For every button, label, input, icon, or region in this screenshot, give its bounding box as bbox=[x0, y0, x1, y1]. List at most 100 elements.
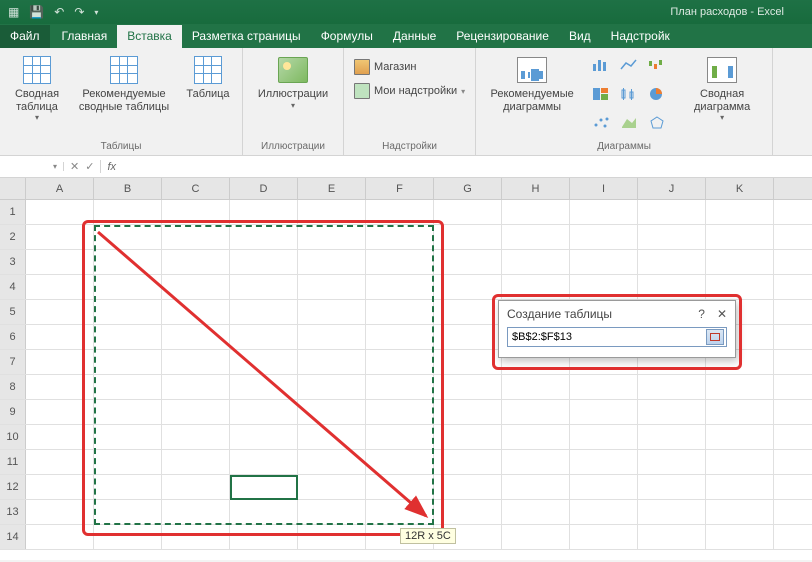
col-header[interactable]: B bbox=[94, 178, 162, 199]
col-header[interactable]: H bbox=[502, 178, 570, 199]
tab-view[interactable]: Вид bbox=[559, 25, 601, 48]
pivot-chart-button[interactable]: Сводная диаграмма ▾ bbox=[678, 52, 766, 139]
group-tables: Сводная таблица ▾ Рекомендуемые сводные … bbox=[0, 48, 243, 155]
dialog-close-button[interactable]: ✕ bbox=[717, 307, 727, 321]
col-header[interactable]: A bbox=[26, 178, 94, 199]
row-header[interactable]: 10 bbox=[0, 425, 26, 449]
name-box[interactable]: ▾ bbox=[0, 162, 64, 171]
tab-review[interactable]: Рецензирование bbox=[446, 25, 559, 48]
group-label: Надстройки bbox=[382, 139, 437, 155]
cancel-icon[interactable]: ✕ bbox=[70, 160, 79, 173]
store-button[interactable]: Магазин bbox=[350, 56, 469, 78]
group-illustrations: Иллюстрации ▾ Иллюстрации bbox=[243, 48, 344, 155]
window-title: План расходов - Excel bbox=[670, 6, 784, 18]
selection-dimension-tooltip: 12R x 5C bbox=[400, 528, 456, 544]
row-header[interactable]: 3 bbox=[0, 250, 26, 274]
chevron-down-icon: ▾ bbox=[291, 101, 295, 110]
chevron-down-icon: ▾ bbox=[720, 113, 724, 122]
range-input[interactable] bbox=[508, 331, 706, 343]
select-all-corner[interactable] bbox=[0, 178, 26, 199]
group-label: Таблицы bbox=[101, 139, 142, 155]
row-header[interactable]: 5 bbox=[0, 300, 26, 324]
col-header[interactable]: K bbox=[706, 178, 774, 199]
bar-chart-icon[interactable] bbox=[590, 56, 612, 74]
tab-insert[interactable]: Вставка bbox=[117, 25, 182, 48]
qat-more-icon[interactable]: ▾ bbox=[94, 8, 98, 17]
row-header[interactable]: 12 bbox=[0, 475, 26, 499]
chevron-down-icon: ▾ bbox=[461, 87, 465, 96]
addins-icon bbox=[354, 83, 370, 99]
collapse-dialog-icon[interactable] bbox=[706, 329, 724, 345]
row-header[interactable]: 9 bbox=[0, 400, 26, 424]
undo-icon[interactable]: ↶ bbox=[54, 5, 64, 19]
waterfall-chart-icon[interactable] bbox=[646, 56, 668, 74]
pivot-chart-icon bbox=[707, 57, 737, 83]
save-icon[interactable]: 💾 bbox=[29, 5, 44, 19]
formula-bar: ▾ ✕ ✓ fx bbox=[0, 156, 812, 178]
row-header[interactable]: 8 bbox=[0, 375, 26, 399]
column-headers: A B C D E F G H I J K bbox=[0, 178, 812, 200]
line-chart-icon[interactable] bbox=[618, 56, 640, 74]
range-input-wrap bbox=[507, 327, 727, 347]
group-label: Диаграммы bbox=[597, 139, 651, 155]
col-header[interactable]: G bbox=[434, 178, 502, 199]
tab-data[interactable]: Данные bbox=[383, 25, 446, 48]
recommended-pivot-button[interactable]: Рекомендуемые сводные таблицы bbox=[74, 52, 174, 139]
row-header[interactable]: 2 bbox=[0, 225, 26, 249]
dialog-title: Создание таблицы bbox=[507, 307, 612, 321]
hierarchy-chart-icon[interactable] bbox=[590, 85, 612, 103]
pivot-table-icon bbox=[23, 56, 51, 84]
redo-icon[interactable]: ↷ bbox=[74, 5, 84, 19]
col-header[interactable]: I bbox=[570, 178, 638, 199]
row-header[interactable]: 4 bbox=[0, 275, 26, 299]
pivot-table-button[interactable]: Сводная таблица ▾ bbox=[6, 52, 68, 139]
tab-home[interactable]: Главная bbox=[52, 25, 118, 48]
ribbon-tabs: Файл Главная Вставка Разметка страницы Ф… bbox=[0, 24, 812, 48]
formula-buttons: ✕ ✓ bbox=[64, 160, 101, 173]
tab-pagelayout[interactable]: Разметка страницы bbox=[182, 25, 311, 48]
tab-addins[interactable]: Надстройк bbox=[601, 25, 680, 48]
radar-chart-icon[interactable] bbox=[646, 114, 668, 132]
col-header[interactable]: E bbox=[298, 178, 366, 199]
my-addins-button[interactable]: Мои надстройки ▾ bbox=[350, 80, 469, 102]
row-header[interactable]: 11 bbox=[0, 450, 26, 474]
quick-access-toolbar: ▦ 💾 ↶ ↷ ▾ bbox=[0, 5, 98, 19]
tab-file[interactable]: Файл bbox=[0, 25, 50, 48]
store-icon bbox=[354, 59, 370, 75]
chevron-down-icon: ▾ bbox=[53, 162, 57, 171]
pie-chart-icon[interactable] bbox=[646, 85, 668, 103]
col-header[interactable]: D bbox=[230, 178, 298, 199]
recommended-charts-icon bbox=[517, 57, 547, 83]
recommended-charts-button[interactable]: Рекомендуемые диаграммы bbox=[482, 52, 582, 139]
stats-chart-icon[interactable] bbox=[618, 85, 640, 103]
col-header[interactable]: F bbox=[366, 178, 434, 199]
illustrations-button[interactable]: Иллюстрации ▾ bbox=[249, 52, 337, 139]
row-header[interactable]: 6 bbox=[0, 325, 26, 349]
scatter-chart-icon[interactable] bbox=[590, 114, 612, 132]
row-header[interactable]: 1 bbox=[0, 200, 26, 224]
title-bar: ▦ 💾 ↶ ↷ ▾ План расходов - Excel bbox=[0, 0, 812, 24]
recommended-pivot-icon bbox=[110, 56, 138, 84]
create-table-dialog: Создание таблицы ? ✕ bbox=[498, 300, 736, 358]
my-addins-label: Мои надстройки bbox=[374, 85, 457, 97]
fx-label[interactable]: fx bbox=[101, 161, 122, 173]
dialog-help-button[interactable]: ? bbox=[698, 307, 705, 321]
col-header[interactable]: J bbox=[638, 178, 706, 199]
illustrations-icon bbox=[278, 57, 308, 83]
store-label: Магазин bbox=[374, 61, 416, 73]
row-header[interactable]: 13 bbox=[0, 500, 26, 524]
col-header[interactable]: C bbox=[162, 178, 230, 199]
group-label: Иллюстрации bbox=[261, 139, 325, 155]
ribbon: Сводная таблица ▾ Рекомендуемые сводные … bbox=[0, 48, 812, 156]
chevron-down-icon: ▾ bbox=[35, 113, 39, 122]
confirm-icon[interactable]: ✓ bbox=[85, 160, 94, 173]
worksheet-grid[interactable]: 1 2 3 4 5 6 7 8 9 10 11 12 13 14 12R x 5… bbox=[0, 200, 812, 560]
row-header[interactable]: 14 bbox=[0, 525, 26, 549]
surface-chart-icon[interactable] bbox=[618, 114, 640, 132]
chart-type-gallery bbox=[588, 52, 672, 139]
tab-formulas[interactable]: Формулы bbox=[311, 25, 383, 48]
row-header[interactable]: 7 bbox=[0, 350, 26, 374]
group-charts: Рекомендуемые диаграммы Сводная диаграмм… bbox=[476, 48, 773, 155]
group-addins: Магазин Мои надстройки ▾ Надстройки bbox=[344, 48, 476, 155]
table-button[interactable]: Таблица bbox=[180, 52, 236, 139]
